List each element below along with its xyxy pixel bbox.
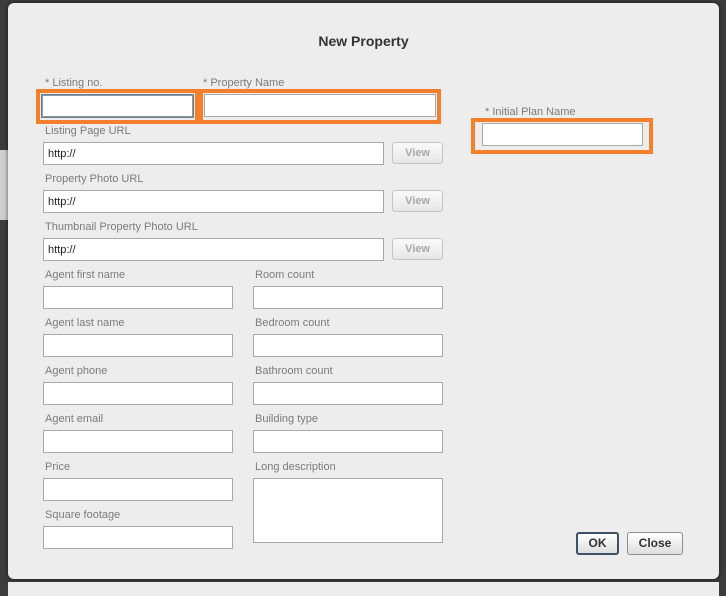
property-photo-view-button[interactable]: View: [392, 190, 443, 212]
bathroom-count-input[interactable]: [253, 382, 443, 405]
listing-page-url-label: Listing Page URL: [45, 125, 131, 137]
initial-plan-name-label: * Initial Plan Name: [485, 106, 576, 118]
listing-no-label: * Listing no.: [45, 77, 103, 89]
agent-first-name-input[interactable]: [43, 286, 233, 309]
dialog-title: New Property: [318, 33, 409, 49]
building-type-label: Building type: [255, 413, 318, 425]
bedroom-count-label: Bedroom count: [255, 317, 330, 329]
listing-no-input[interactable]: [41, 94, 194, 118]
dialog-bottom-bar: [8, 582, 719, 596]
long-description-label: Long description: [255, 461, 336, 473]
bedroom-count-input[interactable]: [253, 334, 443, 357]
property-photo-url-label: Property Photo URL: [45, 173, 144, 185]
thumbnail-photo-view-button[interactable]: View: [392, 238, 443, 260]
agent-phone-input[interactable]: [43, 382, 233, 405]
agent-last-name-input[interactable]: [43, 334, 233, 357]
listing-page-view-button[interactable]: View: [392, 142, 443, 164]
price-input[interactable]: [43, 478, 233, 501]
bathroom-count-label: Bathroom count: [255, 365, 333, 377]
close-button[interactable]: Close: [627, 532, 683, 555]
room-count-input[interactable]: [253, 286, 443, 309]
agent-first-name-label: Agent first name: [45, 269, 126, 281]
initial-plan-name-input[interactable]: [482, 123, 643, 146]
agent-phone-label: Agent phone: [45, 365, 108, 377]
room-count-label: Room count: [255, 269, 315, 281]
property-photo-url-input[interactable]: [43, 190, 384, 213]
agent-last-name-label: Agent last name: [45, 317, 125, 329]
agent-email-input[interactable]: [43, 430, 233, 453]
square-footage-input[interactable]: [43, 526, 233, 549]
ok-button[interactable]: OK: [576, 532, 619, 555]
price-label: Price: [45, 461, 71, 473]
thumbnail-photo-url-input[interactable]: [43, 238, 384, 261]
property-name-input[interactable]: [204, 94, 436, 117]
thumbnail-photo-url-label: Thumbnail Property Photo URL: [45, 221, 198, 233]
long-description-textarea[interactable]: [253, 478, 443, 543]
property-name-label: * Property Name: [203, 77, 285, 89]
agent-email-label: Agent email: [45, 413, 104, 425]
listing-page-url-input[interactable]: [43, 142, 384, 165]
building-type-input[interactable]: [253, 430, 443, 453]
square-footage-label: Square footage: [45, 509, 121, 521]
